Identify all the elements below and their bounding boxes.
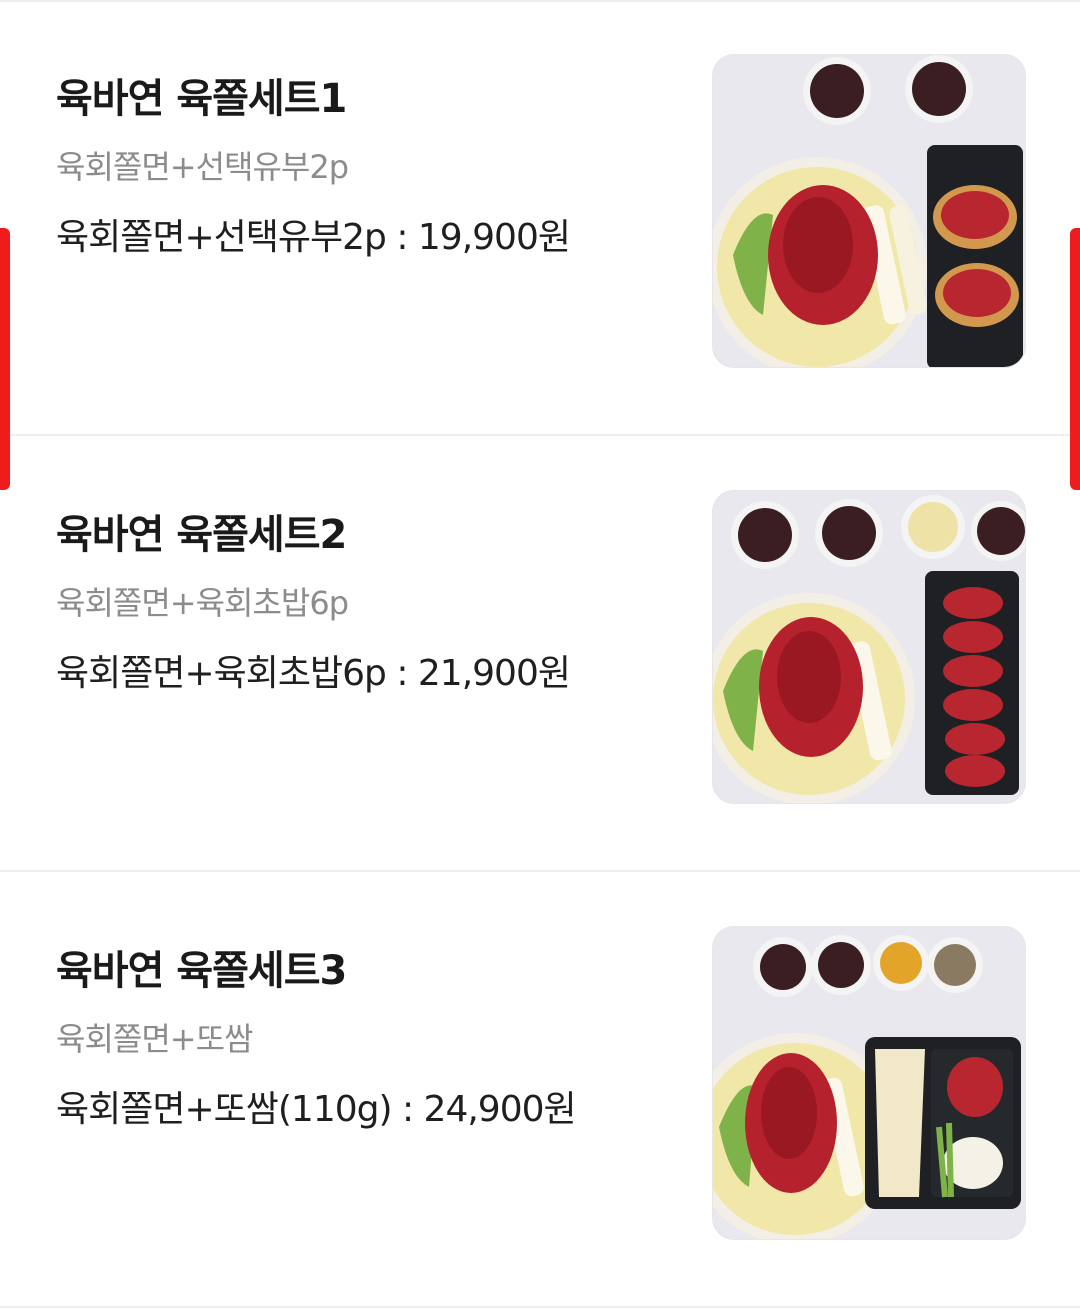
scroll-indicator (0, 228, 10, 490)
item-price: 육회쫄면+육회초밥6p : 21,900원 (56, 653, 571, 694)
menu-list-page: 육바연 육쫄세트1 육회쫄면+선택유부2p 육회쫄면+선택유부2p : 19,9… (0, 0, 1080, 1310)
menu-item[interactable]: 육바연 육쫄세트2 육회쫄면+육회초밥6p 육회쫄면+육회초밥6p : 21,9… (0, 438, 1080, 872)
item-photo[interactable] (712, 926, 1026, 1240)
item-name: 육바연 육쫄세트3 (56, 948, 347, 994)
item-description: 육회쫄면+선택유부2p (56, 148, 349, 186)
item-name: 육바연 육쫄세트2 (56, 512, 347, 558)
item-name: 육바연 육쫄세트1 (56, 76, 347, 122)
item-price: 육회쫄면+또쌈(110g) : 24,900원 (56, 1089, 577, 1130)
item-description: 육회쫄면+또쌈 (56, 1020, 253, 1058)
item-price: 육회쫄면+선택유부2p : 19,900원 (56, 217, 571, 258)
item-photo[interactable] (712, 490, 1026, 804)
item-description: 육회쫄면+육회초밥6p (56, 584, 349, 622)
item-photo[interactable] (712, 54, 1026, 368)
menu-item[interactable]: 육바연 육쫄세트1 육회쫄면+선택유부2p 육회쫄면+선택유부2p : 19,9… (0, 2, 1080, 436)
scroll-indicator (1070, 228, 1080, 490)
food-photo-icon (713, 927, 1025, 1239)
food-photo-icon (713, 55, 1025, 367)
menu-item[interactable]: 육바연 육쫄세트3 육회쫄면+또쌈 육회쫄면+또쌈(110g) : 24,900… (0, 874, 1080, 1308)
food-photo-icon (713, 491, 1025, 803)
